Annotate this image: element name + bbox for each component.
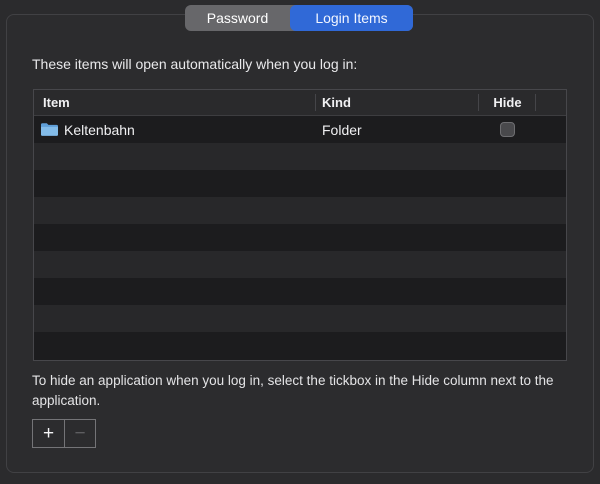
help-text: To hide an application when you log in, …: [32, 371, 578, 411]
minus-icon: −: [74, 424, 85, 443]
table-row[interactable]: Keltenbahn Folder: [34, 116, 566, 143]
table-row-empty: [34, 170, 566, 197]
table-header: Item Kind Hide: [34, 90, 566, 116]
hide-checkbox[interactable]: [500, 122, 515, 137]
add-login-item-button[interactable]: +: [33, 420, 64, 447]
table-row-empty: [34, 224, 566, 251]
tab-bar: Password Login Items: [185, 5, 413, 31]
item-name: Keltenbahn: [64, 122, 135, 138]
table-row-empty: [34, 278, 566, 305]
column-header-item: Item: [34, 90, 316, 115]
column-header-kind: Kind: [316, 90, 479, 115]
table-row-empty: [34, 332, 566, 359]
tab-login-items[interactable]: Login Items: [290, 5, 413, 31]
table-row-empty: [34, 305, 566, 332]
intro-text: These items will open automatically when…: [32, 56, 357, 72]
table-row-empty: [34, 197, 566, 224]
login-items-table: Item Kind Hide Keltenbahn Folder: [33, 89, 567, 361]
table-row-empty: [34, 143, 566, 170]
remove-login-item-button[interactable]: −: [64, 420, 95, 447]
plus-icon: +: [43, 424, 54, 443]
column-header-spacer: [536, 90, 566, 115]
column-header-hide: Hide: [479, 90, 536, 115]
add-remove-button-group: + −: [32, 419, 96, 448]
login-items-preferences-pane: { "tabs": { "password_label": "Password"…: [0, 0, 600, 484]
folder-icon: [40, 122, 59, 137]
hide-cell: [479, 122, 536, 137]
table-row-empty: [34, 251, 566, 278]
item-cell: Keltenbahn: [34, 122, 316, 138]
tab-password[interactable]: Password: [185, 5, 290, 31]
table-body: Keltenbahn Folder: [34, 116, 566, 360]
kind-cell: Folder: [316, 122, 479, 138]
